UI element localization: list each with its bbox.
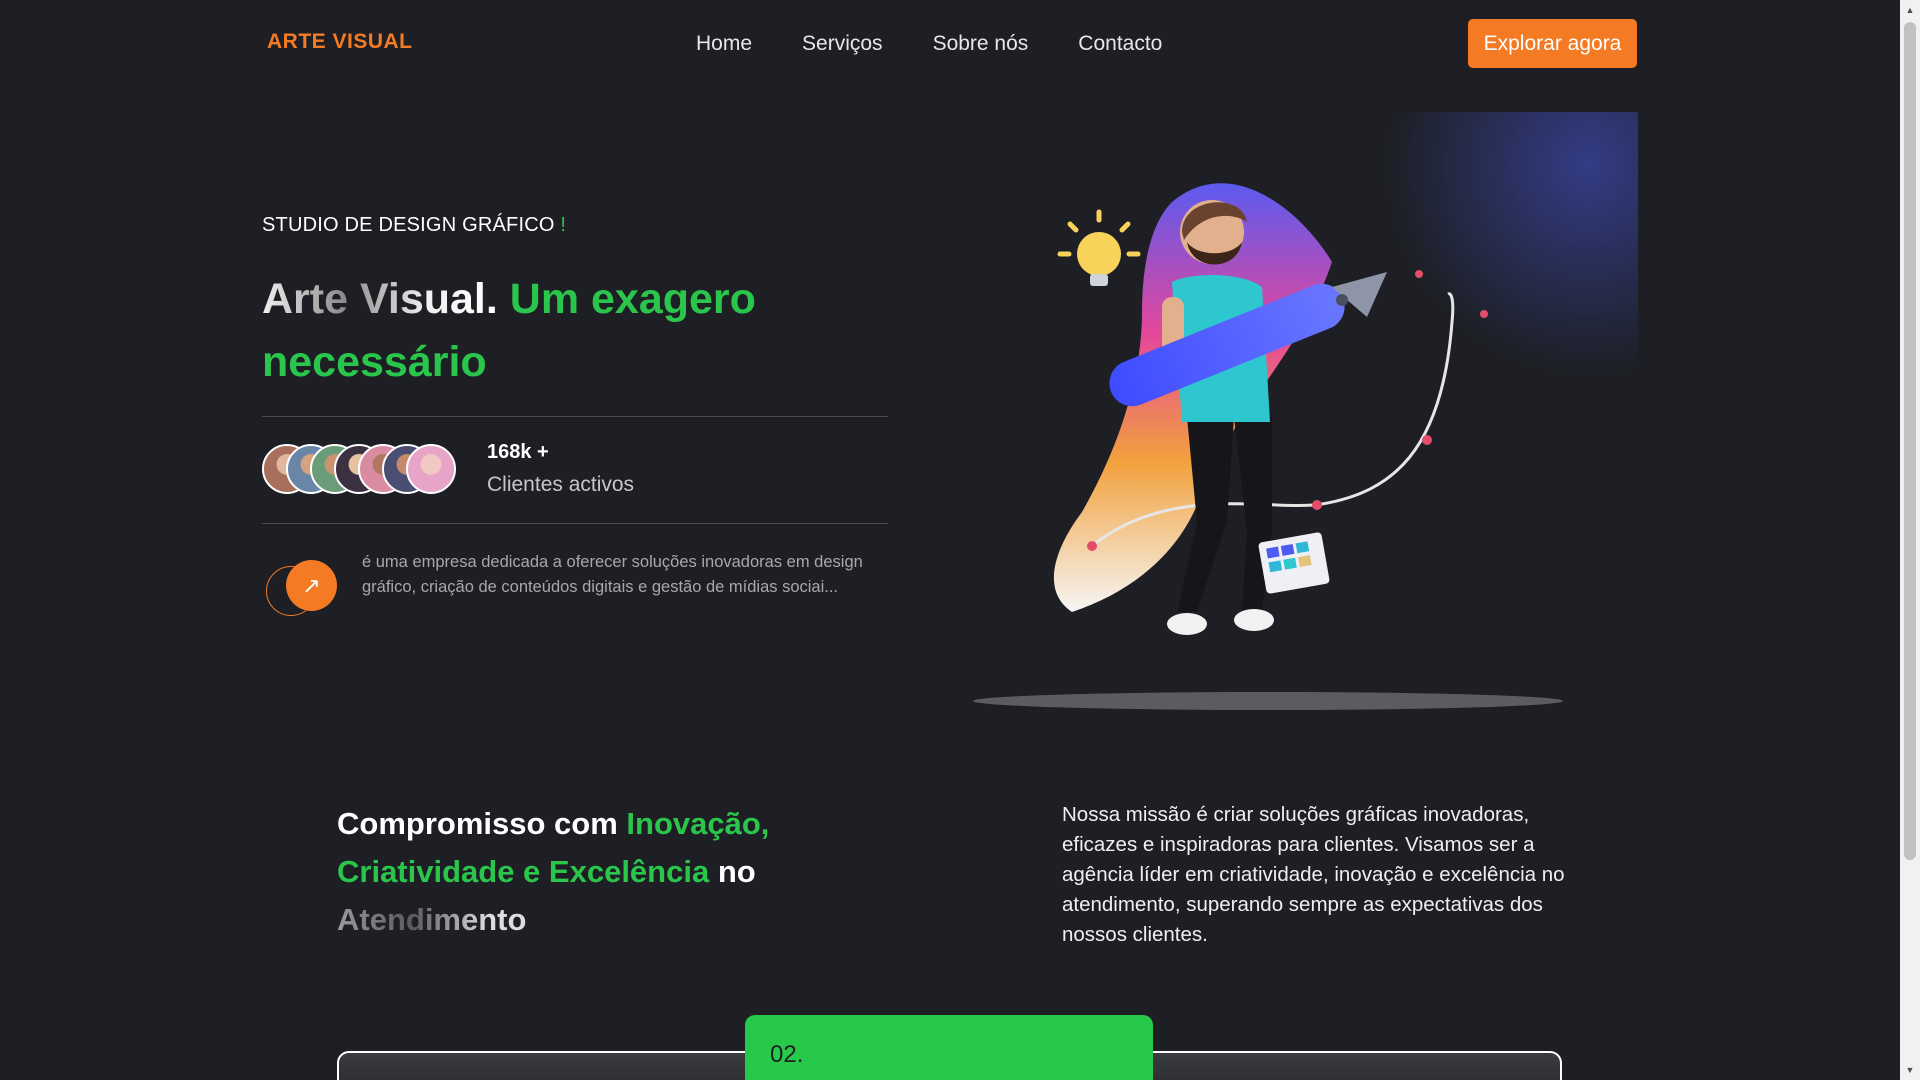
designer-illustration: [1053, 183, 1488, 635]
scrollbar-thumb[interactable]: [1904, 22, 1916, 860]
nav-contacto[interactable]: Contacto: [1078, 32, 1162, 56]
lightbulb-icon: [1057, 209, 1141, 286]
nav-servicos[interactable]: Serviços: [802, 32, 883, 56]
service-card-right[interactable]: [1150, 1051, 1562, 1080]
explorar-agora-button[interactable]: Explorar agora: [1468, 19, 1637, 68]
scroll-up-icon[interactable]: ▲: [1904, 4, 1916, 16]
main-nav: Home Serviços Sobre nós Contacto: [696, 32, 1162, 56]
avatar: [406, 444, 456, 494]
hero-description: é uma empresa dedicada a oferecer soluçõ…: [362, 553, 863, 596]
clients-count: 168k +: [487, 441, 549, 463]
client-avatars: [262, 444, 456, 494]
arrow-button-wrap: ↗: [266, 560, 346, 620]
mission-title-fade: Atendimento: [337, 902, 527, 937]
headline-brand: Arte Visual.: [262, 275, 498, 323]
mission-text: Nossa missão é criar soluções gráficas i…: [1062, 803, 1565, 946]
arrow-up-right-button[interactable]: ↗: [286, 560, 337, 611]
service-card-left[interactable]: [337, 1051, 757, 1080]
hero-eyebrow: STUDIO DE DESIGN GRÁFICO !: [262, 214, 566, 237]
clients-label: Clientes activos: [487, 473, 635, 496]
arrow-up-right-icon: ↗: [302, 572, 321, 598]
mission-title-a: Compromisso com: [337, 806, 618, 841]
nav-sobre-nos[interactable]: Sobre nós: [933, 32, 1029, 56]
mission-title: Compromisso com Inovação, Criatividade e…: [337, 800, 857, 944]
divider-top: [262, 416, 888, 417]
divider-bottom: [262, 523, 888, 524]
service-card-active[interactable]: 02.: [745, 1015, 1153, 1080]
mission-title-b: no: [717, 854, 756, 889]
eyebrow-text: STUDIO DE DESIGN GRÁFICO: [262, 214, 555, 236]
hero-headline: Arte Visual. Um exagero necessário: [262, 268, 822, 394]
color-swatch: [1258, 532, 1330, 594]
scroll-down-icon[interactable]: ▼: [1904, 1064, 1916, 1076]
nav-home[interactable]: Home: [696, 32, 752, 56]
eyebrow-mark: !: [560, 214, 567, 236]
card-number: 02.: [770, 1041, 804, 1068]
brand-logo[interactable]: ARTE VISUAL: [267, 30, 413, 54]
